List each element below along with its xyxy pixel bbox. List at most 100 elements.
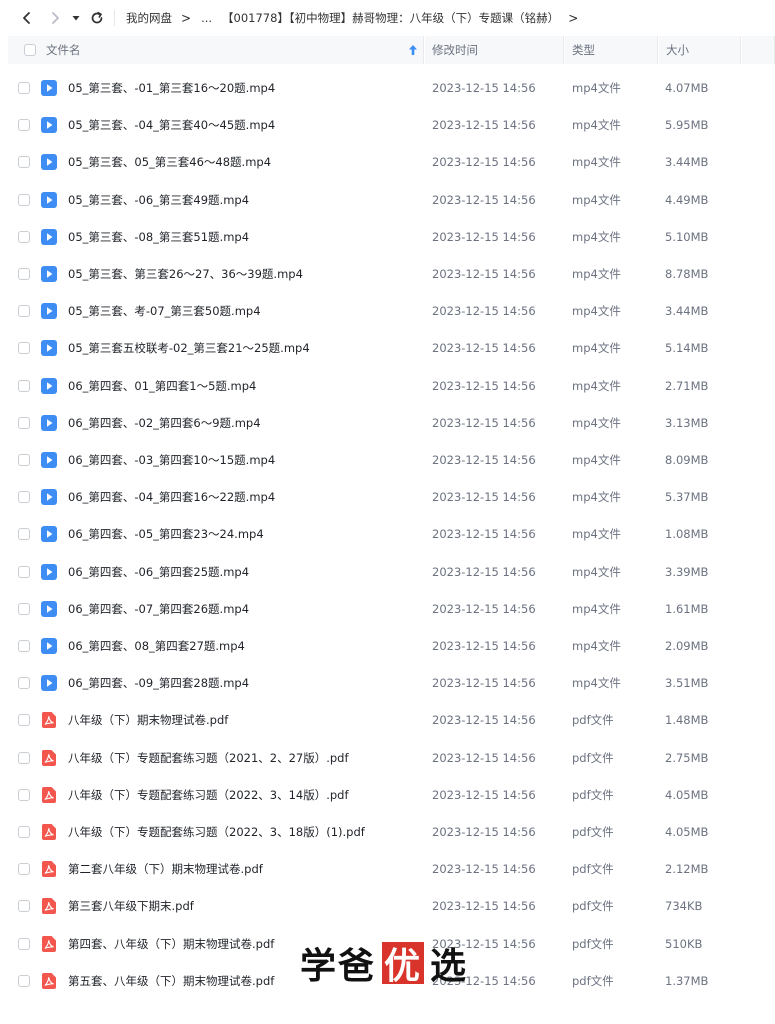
file-name[interactable]: 06_第四套、-06_第四套25题.mp4 <box>68 554 249 591</box>
file-row[interactable]: 05_第三套、-06_第三套49题.mp4 2023-12-15 14:56 mp4… <box>0 182 775 219</box>
file-name[interactable]: 05_第三套、05_第三套46～48题.mp4 <box>68 144 271 181</box>
row-checkbox[interactable] <box>18 82 30 94</box>
file-name[interactable]: 06_第四套、-07_第四套26题.mp4 <box>68 591 249 628</box>
history-dropdown-button[interactable] <box>68 6 84 30</box>
file-row[interactable]: 05_第三套、-01_第三套16～20题.mp4 2023-12-15 14:56… <box>0 70 775 107</box>
row-checkbox[interactable] <box>18 974 30 987</box>
row-checkbox[interactable] <box>18 454 30 466</box>
file-row[interactable]: 05_第三套、第三套26～27、36～39题.mp4 2023-12-15 14:… <box>0 256 775 293</box>
file-name[interactable]: 八年级（下）专题配套练习题（2022、3、18版）(1).pdf <box>68 814 365 851</box>
row-checkbox[interactable] <box>18 156 30 169</box>
file-name[interactable]: 06_第四套、-04_第四套16～22题.mp4 <box>68 479 275 516</box>
row-checkbox[interactable] <box>18 826 30 838</box>
column-header-size[interactable]: 大小 <box>659 36 741 64</box>
row-checkbox[interactable] <box>18 268 30 280</box>
file-row[interactable]: 06_第四套、-09_第四套28题.mp4 2023-12-15 14:56 mp4… <box>0 665 775 702</box>
file-row[interactable]: 06_第四套、08_第四套27题.mp4 2023-12-15 14:56 mp4文… <box>0 628 775 665</box>
file-name[interactable]: 06_第四套、-05_第四套23～24.mp4 <box>68 516 264 553</box>
file-row[interactable]: 八年级（下）专题配套练习题（2022、3、18版）(1).pdf 2023-12-… <box>0 814 775 851</box>
file-name[interactable]: 05_第三套、-06_第三套49题.mp4 <box>68 182 249 219</box>
file-modified-time: 2023-12-15 14:56 <box>432 304 536 319</box>
refresh-button[interactable] <box>86 6 108 30</box>
row-checkbox[interactable] <box>18 305 30 318</box>
row-checkbox[interactable] <box>18 900 30 913</box>
pdf-file-icon <box>41 712 56 729</box>
breadcrumb-ellipsis[interactable]: ... <box>201 11 212 25</box>
file-row[interactable]: 第三套八年级下期末.pdf 2023-12-15 14:56 pdf文件 734KB <box>0 888 775 925</box>
file-name[interactable]: 第四套、八年级（下）期末物理试卷.pdf <box>68 926 274 963</box>
file-modified-time: 2023-12-15 14:56 <box>432 81 536 95</box>
row-checkbox[interactable] <box>18 342 30 355</box>
file-name[interactable]: 05_第三套、-01_第三套16～20题.mp4 <box>68 70 275 107</box>
file-row[interactable]: 06_第四套、-03_第四套10～15题.mp4 2023-12-15 14:56… <box>0 442 775 479</box>
video-file-icon <box>41 377 57 394</box>
video-file-icon <box>41 563 57 580</box>
file-name[interactable]: 05_第三套、考-07_第三套50题.mp4 <box>68 293 261 330</box>
row-checkbox[interactable] <box>18 751 30 764</box>
file-row[interactable]: 八年级（下）专题配套练习题（2022、3、14版）.pdf 2023-12-15 … <box>0 777 775 814</box>
file-name[interactable]: 06_第四套、01_第四套1～5题.mp4 <box>68 368 256 405</box>
file-name[interactable]: 06_第四套、-03_第四套10～15题.mp4 <box>68 442 275 479</box>
column-header-type[interactable]: 类型 <box>565 36 658 64</box>
file-row[interactable]: 06_第四套、-07_第四套26题.mp4 2023-12-15 14:56 mp4… <box>0 591 775 628</box>
file-name[interactable]: 第三套八年级下期末.pdf <box>68 888 194 925</box>
row-checkbox[interactable] <box>18 714 30 727</box>
row-checkbox[interactable] <box>18 528 30 541</box>
file-name[interactable]: 八年级（下）期末物理试卷.pdf <box>68 702 228 739</box>
select-all-checkbox[interactable] <box>24 44 36 56</box>
row-checkbox[interactable] <box>18 230 30 243</box>
video-file-icon <box>41 489 57 506</box>
row-checkbox[interactable] <box>18 677 30 690</box>
row-checkbox[interactable] <box>18 788 30 801</box>
video-file-icon <box>41 452 57 468</box>
row-checkbox[interactable] <box>18 379 30 392</box>
row-checkbox[interactable] <box>18 416 30 429</box>
file-modified-time: 2023-12-15 14:56 <box>432 192 536 207</box>
row-checkbox[interactable] <box>18 565 30 578</box>
file-row[interactable]: 05_第三套、-08_第三套51题.mp4 2023-12-15 14:56 mp4… <box>0 219 775 256</box>
row-checkbox[interactable] <box>18 937 30 950</box>
file-row[interactable]: 05_第三套、05_第三套46～48题.mp4 2023-12-15 14:56 m… <box>0 144 775 181</box>
caret-down-icon <box>72 16 80 21</box>
file-row[interactable]: 八年级（下）期末物理试卷.pdf 2023-12-15 14:56 pdf文件 1.4… <box>0 702 775 739</box>
file-name[interactable]: 八年级（下）专题配套练习题（2022、3、14版）.pdf <box>68 777 349 814</box>
file-name[interactable]: 05_第三套、-04_第三套40～45题.mp4 <box>68 107 275 144</box>
file-name[interactable]: 06_第四套、08_第四套27题.mp4 <box>68 628 245 665</box>
file-size: 3.13MB <box>665 415 709 430</box>
file-modified-time: 2023-12-15 14:56 <box>432 453 536 467</box>
file-size: 2.12MB <box>665 862 709 877</box>
forward-button[interactable] <box>44 6 66 30</box>
breadcrumb-root[interactable]: 我的网盘 <box>126 10 172 26</box>
row-checkbox[interactable] <box>18 602 30 615</box>
file-row[interactable]: 05_第三套、考-07_第三套50题.mp4 2023-12-15 14:56 mp… <box>0 293 775 330</box>
column-header-modified[interactable]: 修改时间 <box>425 36 564 64</box>
file-name[interactable]: 05_第三套、第三套26～27、36～39题.mp4 <box>68 256 303 293</box>
row-checkbox[interactable] <box>18 491 30 504</box>
file-row[interactable]: 第二套八年级（下）期末物理试卷.pdf 2023-12-15 14:56 pdf文件… <box>0 851 775 888</box>
row-checkbox[interactable] <box>18 640 30 652</box>
breadcrumb-chevron-icon[interactable]: > <box>568 10 578 25</box>
file-row[interactable]: 06_第四套、-02_第四套6～9题.mp4 2023-12-15 14:56 mp… <box>0 405 775 442</box>
file-name[interactable]: 06_第四套、-09_第四套28题.mp4 <box>68 665 249 702</box>
back-button[interactable] <box>16 6 38 30</box>
breadcrumb-current[interactable]: 【001778】【初中物理】赫哥物理：八年级（下）专题课（铭赫） <box>222 10 559 26</box>
row-checkbox[interactable] <box>18 193 30 206</box>
file-name[interactable]: 八年级（下）专题配套练习题（2021、2、27版）.pdf <box>68 740 349 777</box>
file-name[interactable]: 06_第四套、-02_第四套6～9题.mp4 <box>68 405 261 442</box>
file-row[interactable]: 05_第三套、-04_第三套40～45题.mp4 2023-12-15 14:56… <box>0 107 775 144</box>
row-checkbox[interactable] <box>18 863 30 876</box>
file-row[interactable]: 06_第四套、01_第四套1～5题.mp4 2023-12-15 14:56 mp4… <box>0 368 775 405</box>
file-row[interactable]: 八年级（下）专题配套练习题（2021、2、27版）.pdf 2023-12-15 … <box>0 740 775 777</box>
sort-ascending-icon[interactable] <box>408 44 418 56</box>
row-checkbox[interactable] <box>18 119 30 132</box>
file-name[interactable]: 第二套八年级（下）期末物理试卷.pdf <box>68 851 263 888</box>
file-name[interactable]: 05_第三套、-08_第三套51题.mp4 <box>68 219 249 256</box>
file-name[interactable]: 第五套、八年级（下）期末物理试卷.pdf <box>68 963 274 1000</box>
file-row[interactable]: 05_第三套五校联考-02_第三套21～25题.mp4 2023-12-15 14… <box>0 330 775 367</box>
file-row[interactable]: 06_第四套、-05_第四套23～24.mp4 2023-12-15 14:56 m… <box>0 516 775 553</box>
file-name[interactable]: 05_第三套五校联考-02_第三套21～25题.mp4 <box>68 330 310 367</box>
file-row[interactable]: 06_第四套、-04_第四套16～22题.mp4 2023-12-15 14:56… <box>0 479 775 516</box>
file-row[interactable]: 06_第四套、-06_第四套25题.mp4 2023-12-15 14:56 mp4… <box>0 554 775 591</box>
video-file-icon <box>41 638 57 654</box>
column-header-name[interactable]: 文件名 <box>8 36 424 64</box>
